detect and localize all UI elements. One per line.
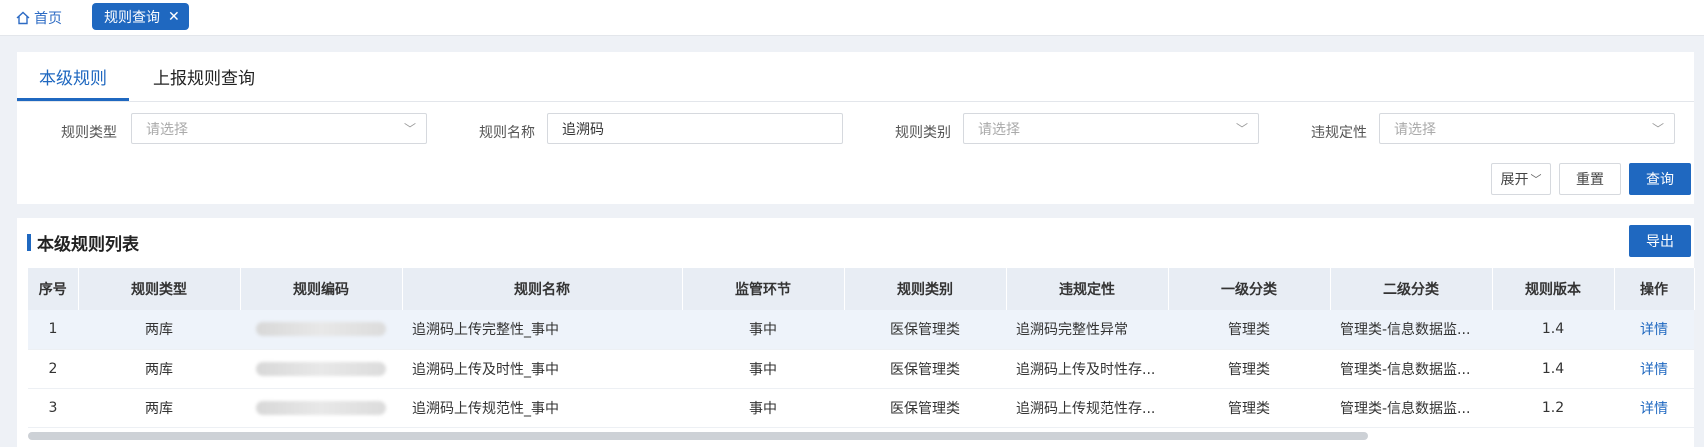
cell-stage: 事中 xyxy=(682,388,844,428)
table-row[interactable]: 3 两库 追溯码上传规范性_事中 事中 医保管理类 追溯码上传规范性存... 管… xyxy=(28,388,1694,428)
cell-name: 追溯码上传及时性_事中 xyxy=(402,349,682,389)
filter-rule-category-select[interactable]: 请选择 ﹀ xyxy=(963,113,1259,144)
col-header: 监管环节 xyxy=(682,268,845,310)
cell-type: 两库 xyxy=(78,310,240,350)
col-header: 规则名称 xyxy=(402,268,683,310)
filter-rule-category-placeholder: 请选择 xyxy=(978,121,1020,138)
detail-link[interactable]: 详情 xyxy=(1614,388,1694,428)
expand-button-label: 展开 xyxy=(1500,172,1529,188)
list-title: 本级规则列表 xyxy=(27,230,139,255)
redacted-blur xyxy=(256,322,386,337)
filter-rule-type-label: 规则类型 xyxy=(61,125,117,141)
cell-level2: 管理类-信息数据监... xyxy=(1330,349,1492,389)
export-button[interactable]: 导出 xyxy=(1629,225,1691,257)
cell-no: 1 xyxy=(28,310,78,350)
cell-level1: 管理类 xyxy=(1168,388,1330,428)
cell-code-redacted xyxy=(240,310,402,350)
tab-rule-query[interactable]: 规则查询 ✕ xyxy=(92,3,189,30)
filter-rule-type-select[interactable]: 请选择 ﹀ xyxy=(131,113,427,144)
chevron-down-icon: ﹀ xyxy=(1530,173,1542,186)
cell-type: 两库 xyxy=(78,388,240,428)
filter-rule-name-input[interactable]: 追溯码 xyxy=(547,113,843,144)
subtab-bar: 本级规则 上报规则查询 xyxy=(17,52,1694,102)
close-icon[interactable]: ✕ xyxy=(168,10,180,24)
detail-link[interactable]: 详情 xyxy=(1614,310,1694,350)
chevron-down-icon: ﹀ xyxy=(403,122,416,136)
table-row[interactable]: 2 两库 追溯码上传及时性_事中 事中 医保管理类 追溯码上传及时性存... 管… xyxy=(28,349,1694,389)
horizontal-scrollbar[interactable] xyxy=(28,432,1368,440)
cell-nature: 追溯码上传及时性存... xyxy=(1006,349,1168,389)
cell-version: 1.4 xyxy=(1492,310,1614,350)
filter-violation-nature-placeholder: 请选择 xyxy=(1394,121,1436,138)
tab-bar: 首页 规则查询 ✕ xyxy=(0,0,1704,36)
cell-category: 医保管理类 xyxy=(844,388,1006,428)
cell-stage: 事中 xyxy=(682,310,844,350)
col-header: 规则类型 xyxy=(78,268,241,310)
col-header: 规则版本 xyxy=(1492,268,1615,310)
rule-table: 序号 规则类型 规则编码 规则名称 监管环节 规则类别 违规定性 一级分类 二级… xyxy=(28,268,1695,428)
filter-violation-nature-label: 违规定性 xyxy=(1311,125,1367,141)
col-header: 规则类别 xyxy=(844,268,1007,310)
filter-rule-type-placeholder: 请选择 xyxy=(146,121,188,138)
subtab-local-rules[interactable]: 本级规则 xyxy=(39,64,107,89)
cell-code-redacted xyxy=(240,388,402,428)
cell-name: 追溯码上传完整性_事中 xyxy=(402,310,682,350)
subtab-underline xyxy=(17,98,129,101)
cell-level2: 管理类-信息数据监... xyxy=(1330,310,1492,350)
cell-category: 医保管理类 xyxy=(844,349,1006,389)
subtab-reported-rules[interactable]: 上报规则查询 xyxy=(153,64,255,89)
cell-no: 2 xyxy=(28,349,78,389)
cell-level2: 管理类-信息数据监... xyxy=(1330,388,1492,428)
cell-type: 两库 xyxy=(78,349,240,389)
chevron-down-icon: ﹀ xyxy=(1235,122,1248,136)
col-header: 规则编码 xyxy=(240,268,403,310)
cell-code-redacted xyxy=(240,349,402,389)
cell-stage: 事中 xyxy=(682,349,844,389)
chevron-down-icon: ﹀ xyxy=(1651,122,1664,136)
redacted-blur xyxy=(256,361,386,376)
redacted-blur xyxy=(256,400,386,415)
col-header: 违规定性 xyxy=(1006,268,1169,310)
search-panel: 本级规则 上报规则查询 规则类型 请选择 ﹀ 规则名称 追溯码 规则类别 请选择… xyxy=(17,52,1694,204)
table-row[interactable]: 1 两库 追溯码上传完整性_事中 事中 医保管理类 追溯码完整性异常 管理类 管… xyxy=(28,310,1694,350)
filter-rule-name-label: 规则名称 xyxy=(479,125,535,141)
cell-version: 1.2 xyxy=(1492,388,1614,428)
cell-name: 追溯码上传规范性_事中 xyxy=(402,388,682,428)
tab-home-label: 首页 xyxy=(34,11,62,27)
col-header: 一级分类 xyxy=(1168,268,1331,310)
search-button[interactable]: 查询 xyxy=(1629,163,1691,195)
table-header-row: 序号 规则类型 规则编码 规则名称 监管环节 规则类别 违规定性 一级分类 二级… xyxy=(28,268,1695,310)
tab-rule-query-label: 规则查询 xyxy=(104,9,160,26)
tab-home[interactable]: 首页 xyxy=(16,6,62,30)
cell-level1: 管理类 xyxy=(1168,310,1330,350)
title-accent-bar xyxy=(27,234,31,251)
filter-rule-category-label: 规则类别 xyxy=(895,125,951,141)
cell-no: 3 xyxy=(28,388,78,428)
list-title-text: 本级规则列表 xyxy=(37,235,139,255)
expand-button[interactable]: 展开 ﹀ xyxy=(1491,163,1551,195)
cell-nature: 追溯码完整性异常 xyxy=(1006,310,1168,350)
cell-version: 1.4 xyxy=(1492,349,1614,389)
filter-rule-name-value: 追溯码 xyxy=(562,121,604,138)
col-header: 序号 xyxy=(28,268,79,310)
home-icon xyxy=(16,11,30,25)
col-header: 操作 xyxy=(1614,268,1695,310)
cell-level1: 管理类 xyxy=(1168,349,1330,389)
detail-link[interactable]: 详情 xyxy=(1614,349,1694,389)
col-header: 二级分类 xyxy=(1330,268,1493,310)
reset-button[interactable]: 重置 xyxy=(1559,163,1621,195)
cell-nature: 追溯码上传规范性存... xyxy=(1006,388,1168,428)
cell-category: 医保管理类 xyxy=(844,310,1006,350)
rule-list-panel: 本级规则列表 导出 序号 规则类型 规则编码 规则名称 监管环节 规则类别 违规… xyxy=(17,218,1695,447)
filter-violation-nature-select[interactable]: 请选择 ﹀ xyxy=(1379,113,1675,144)
